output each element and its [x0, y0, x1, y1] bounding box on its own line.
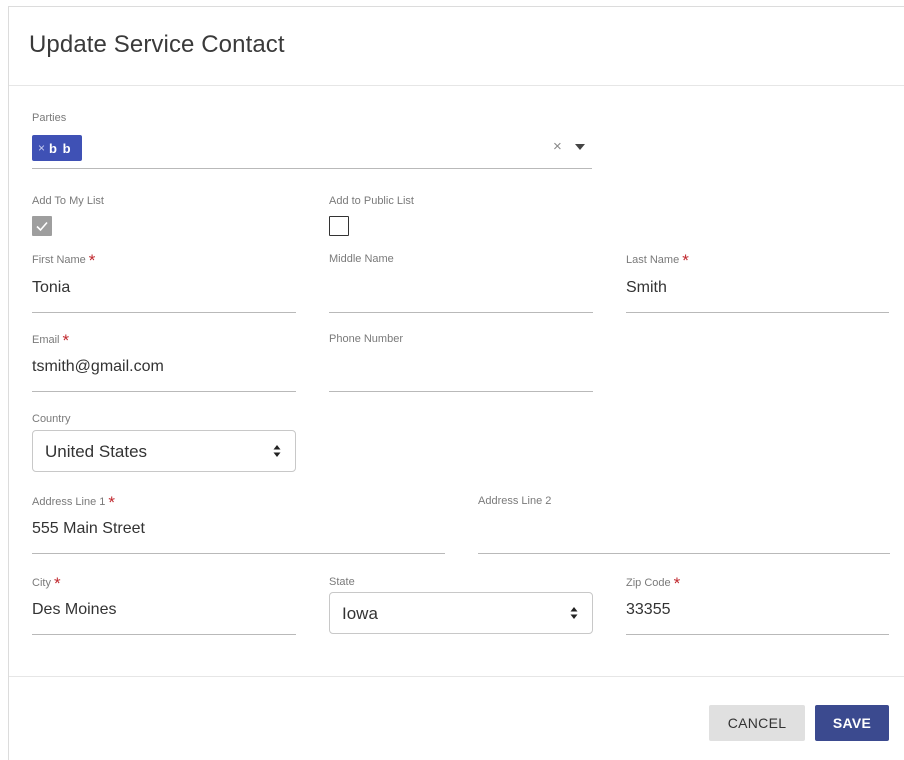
address-line-2-input[interactable] [478, 520, 890, 542]
phone-number-underline [329, 391, 593, 392]
parties-underline [32, 168, 592, 169]
country-label: Country [32, 413, 71, 425]
address-line-1-label: Address Line 1 * [32, 494, 115, 511]
add-to-public-list-label: Add to Public List [329, 195, 414, 207]
city-label-text: City [32, 577, 51, 589]
required-icon: * [673, 574, 681, 593]
state-select[interactable]: Iowa [329, 592, 593, 634]
footer-divider [9, 676, 904, 677]
add-to-my-list-label: Add To My List [32, 195, 104, 207]
city-underline [32, 634, 296, 635]
caret-down-icon[interactable] [575, 144, 585, 150]
address-line-1-label-text: Address Line 1 [32, 496, 106, 508]
parties-label: Parties [32, 112, 67, 124]
email-underline [32, 391, 296, 392]
party-chip[interactable]: × b b [32, 135, 82, 161]
zip-code-underline [626, 634, 889, 635]
middle-name-underline [329, 312, 593, 313]
address-line-2-label: Address Line 2 [478, 495, 552, 507]
last-name-underline [626, 312, 889, 313]
checkmark-icon [36, 221, 48, 232]
city-label: City * [32, 575, 61, 592]
last-name-label: Last Name * [626, 252, 689, 269]
country-select[interactable]: United States [32, 430, 296, 472]
phone-number-label: Phone Number [329, 333, 403, 345]
sort-arrows-icon [273, 445, 281, 457]
address-line-1-underline [32, 553, 445, 554]
state-select-value: Iowa [342, 604, 378, 623]
sort-arrows-icon [570, 607, 578, 619]
zip-code-label-text: Zip Code [626, 577, 671, 589]
zip-code-label: Zip Code * [626, 575, 680, 592]
required-icon: * [62, 331, 70, 350]
first-name-label: First Name * [32, 252, 95, 269]
update-service-contact-dialog: Update Service Contact Parties × b b × A… [8, 6, 904, 760]
add-to-public-list-checkbox[interactable] [329, 216, 349, 236]
address-line-2-underline [478, 553, 890, 554]
first-name-label-text: First Name [32, 254, 86, 266]
email-input[interactable]: tsmith@gmail.com [32, 358, 164, 376]
email-label-text: Email [32, 334, 60, 346]
first-name-underline [32, 312, 296, 313]
chip-remove-icon[interactable]: × [38, 141, 45, 155]
last-name-label-text: Last Name [626, 254, 680, 266]
zip-code-input[interactable]: 33355 [626, 601, 671, 619]
state-label: State [329, 576, 355, 588]
clear-selection-icon[interactable]: × [553, 138, 562, 155]
required-icon: * [53, 574, 61, 593]
required-icon: * [88, 251, 96, 270]
first-name-input[interactable]: Tonia [32, 279, 70, 297]
save-button[interactable]: SAVE [815, 705, 889, 741]
phone-number-input[interactable] [329, 358, 593, 380]
last-name-input[interactable]: Smith [626, 279, 667, 297]
header-divider [9, 85, 904, 86]
email-label: Email * [32, 332, 69, 349]
required-icon: * [682, 251, 689, 270]
middle-name-input[interactable] [329, 279, 593, 301]
dialog-title: Update Service Contact [29, 31, 285, 58]
city-input[interactable]: Des Moines [32, 601, 116, 619]
cancel-button[interactable]: CANCEL [709, 705, 805, 741]
required-icon: * [108, 493, 116, 512]
middle-name-label: Middle Name [329, 253, 394, 265]
address-line-1-input[interactable]: 555 Main Street [32, 520, 145, 538]
country-select-value: United States [45, 442, 148, 461]
chip-label: b b [49, 140, 72, 156]
add-to-my-list-checkbox[interactable] [32, 216, 52, 236]
